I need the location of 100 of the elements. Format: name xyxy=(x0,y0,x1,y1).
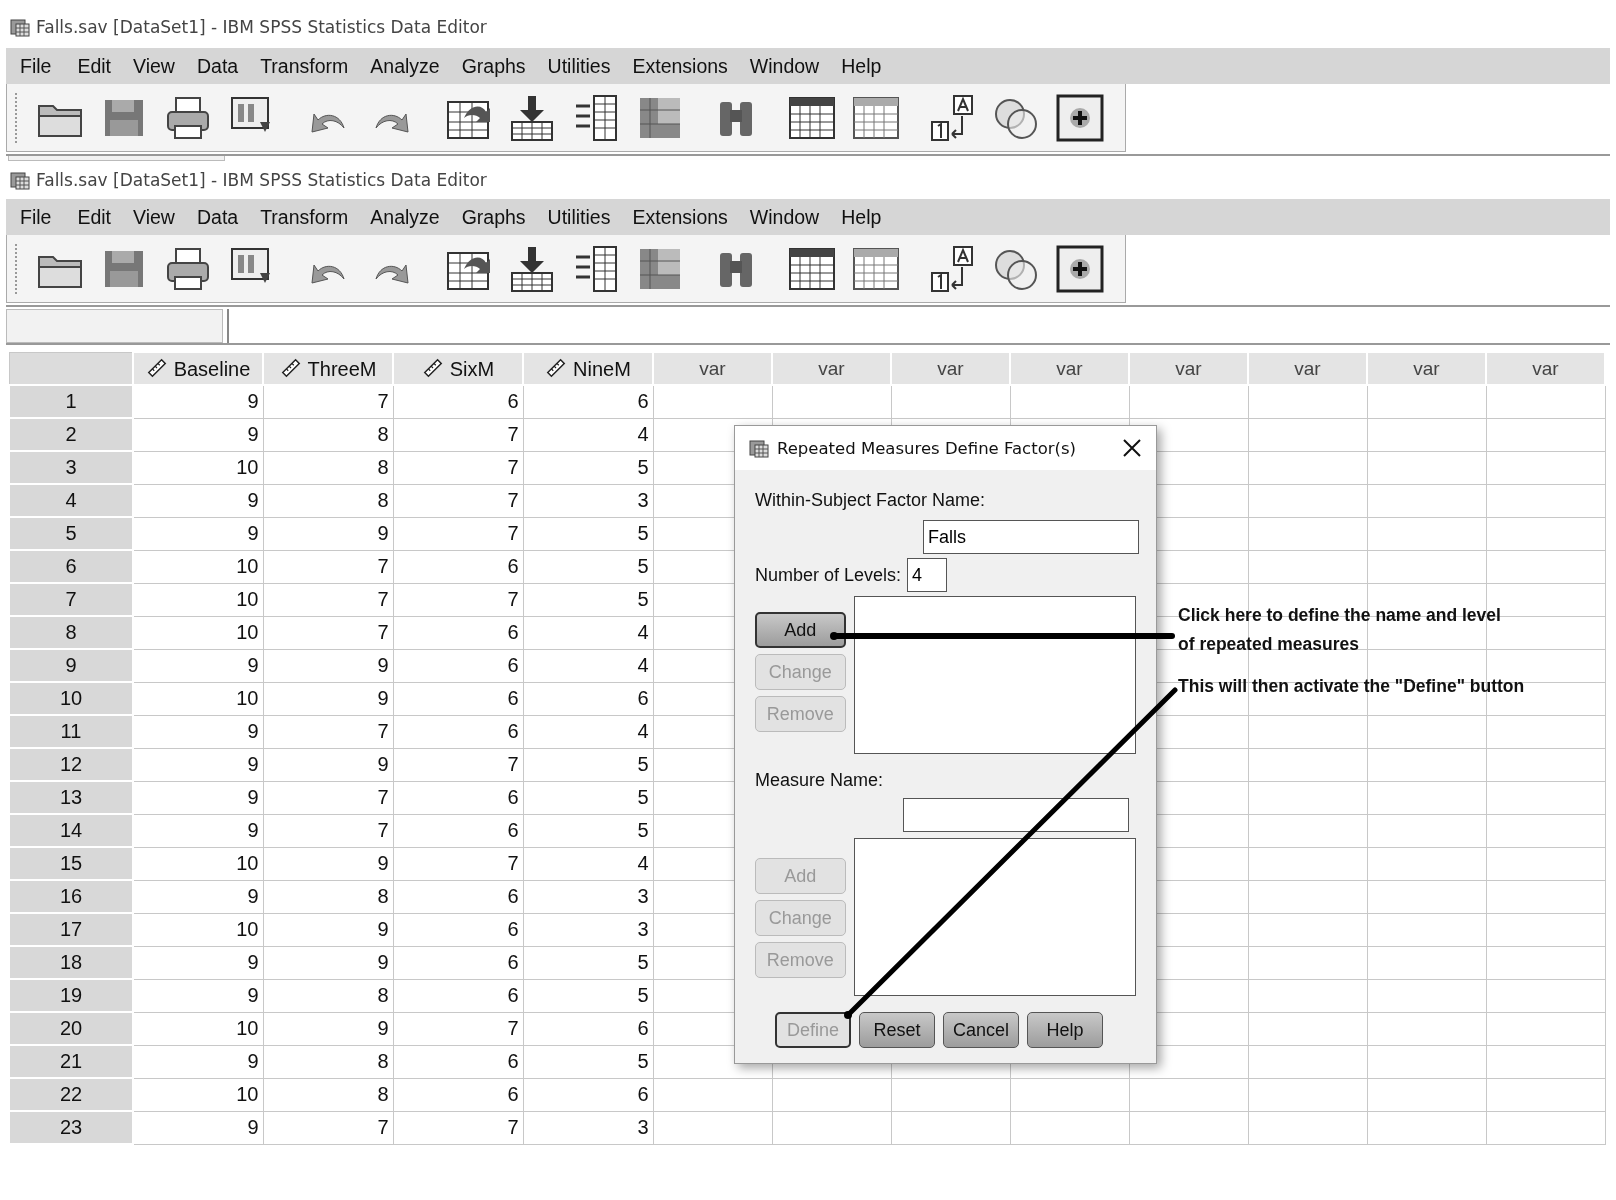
row-number[interactable]: 17 xyxy=(9,913,133,946)
table-cell: 9 xyxy=(263,682,393,715)
row-number[interactable]: 7 xyxy=(9,583,133,616)
row-number[interactable]: 5 xyxy=(9,517,133,550)
menu-item[interactable]: Transform xyxy=(250,205,361,229)
table-cell: 4 xyxy=(523,418,653,451)
value-labels-icon[interactable] xyxy=(928,93,976,142)
row-number[interactable]: 22 xyxy=(9,1078,133,1111)
column-header[interactable]: var xyxy=(772,352,891,385)
menu-item[interactable]: Graphs xyxy=(451,205,538,229)
ruler-icon xyxy=(421,356,444,379)
table-cell: 7 xyxy=(393,847,523,880)
column-header[interactable]: ThreeM xyxy=(263,352,393,385)
table-cell: 9 xyxy=(263,1012,393,1045)
menu-item[interactable]: File xyxy=(10,54,64,78)
menu-item[interactable]: Analyze xyxy=(360,54,452,78)
cancel-button[interactable]: Cancel xyxy=(943,1012,1019,1048)
measure-list[interactable] xyxy=(853,838,1136,996)
row-number[interactable]: 19 xyxy=(9,979,133,1012)
reset-button[interactable]: Reset xyxy=(859,1012,935,1048)
download-table-icon[interactable] xyxy=(508,93,556,142)
value-labels-icon[interactable] xyxy=(928,244,976,293)
cell-name-field[interactable] xyxy=(6,309,223,343)
table-cell: 6 xyxy=(393,715,523,748)
menu-item[interactable]: File xyxy=(10,205,64,229)
row-number[interactable]: 3 xyxy=(9,451,133,484)
table-cell: 7 xyxy=(263,616,393,649)
table-cell: 8 xyxy=(263,880,393,913)
row-number[interactable]: 12 xyxy=(9,748,133,781)
menu-item[interactable]: Extensions xyxy=(622,54,740,78)
table-cell: 9 xyxy=(133,418,263,451)
close-icon[interactable] xyxy=(1122,438,1142,458)
table-cell: 6 xyxy=(523,682,653,715)
table-cell: 3 xyxy=(523,880,653,913)
row-number[interactable]: 6 xyxy=(9,550,133,583)
cell-name-field[interactable] xyxy=(8,156,225,161)
menu-item[interactable]: Window xyxy=(739,54,832,78)
table-cell: 8 xyxy=(263,451,393,484)
table-cell: 6 xyxy=(393,649,523,682)
menu-item[interactable]: Analyze xyxy=(360,205,452,229)
table-cell: 7 xyxy=(393,583,523,616)
row-number[interactable]: 18 xyxy=(9,946,133,979)
row-number[interactable]: 1 xyxy=(9,385,133,418)
menu-item[interactable]: Window xyxy=(739,205,832,229)
table-cell: 10 xyxy=(133,583,263,616)
column-header[interactable]: var xyxy=(891,352,1010,385)
menu-item[interactable]: View xyxy=(123,205,187,229)
table-cell: 7 xyxy=(393,748,523,781)
column-header[interactable]: var xyxy=(1367,352,1486,385)
plus-button-icon[interactable] xyxy=(1056,244,1104,293)
download-table-icon[interactable] xyxy=(508,244,556,293)
table-cell: 9 xyxy=(263,946,393,979)
factor-name-field[interactable]: Falls xyxy=(923,520,1139,554)
menu-item[interactable]: Extensions xyxy=(622,205,740,229)
column-header[interactable]: var xyxy=(1486,352,1605,385)
column-header[interactable]: NineM xyxy=(523,352,653,385)
add-button[interactable]: Add xyxy=(755,612,846,648)
menu-item[interactable]: Data xyxy=(186,54,251,78)
measure-name-field[interactable] xyxy=(903,798,1129,832)
column-header[interactable]: Baseline xyxy=(133,352,263,385)
table-cell: 9 xyxy=(263,748,393,781)
factor-list[interactable] xyxy=(853,596,1136,754)
column-header[interactable]: SixM xyxy=(393,352,523,385)
row-number[interactable]: 15 xyxy=(9,847,133,880)
row-number[interactable]: 16 xyxy=(9,880,133,913)
table-cell: 6 xyxy=(393,616,523,649)
menu-item[interactable]: Utilities xyxy=(537,54,623,78)
menu-item[interactable]: Edit xyxy=(67,205,124,229)
menu-item[interactable]: Help xyxy=(831,205,894,229)
menu-item[interactable]: Graphs xyxy=(451,54,538,78)
menu-item[interactable]: Edit xyxy=(67,54,124,78)
row-number[interactable]: 11 xyxy=(9,715,133,748)
field-label: Number of Levels: xyxy=(755,564,902,586)
levels-field[interactable]: 4 xyxy=(907,558,948,592)
menu-item[interactable]: Help xyxy=(831,54,894,78)
row-number[interactable]: 21 xyxy=(9,1045,133,1078)
help-button[interactable]: Help xyxy=(1027,1012,1103,1048)
row-number[interactable]: 8 xyxy=(9,616,133,649)
row-number[interactable]: 2 xyxy=(9,418,133,451)
row-number[interactable]: 10 xyxy=(9,682,133,715)
table-cell: 6 xyxy=(393,1045,523,1078)
row-number[interactable]: 4 xyxy=(9,484,133,517)
row-number[interactable]: 20 xyxy=(9,1012,133,1045)
menu-item[interactable]: Transform xyxy=(250,54,361,78)
plus-button-icon[interactable] xyxy=(1056,93,1104,142)
menu-item[interactable]: View xyxy=(123,54,187,78)
column-header[interactable]: var xyxy=(1010,352,1129,385)
column-header[interactable]: var xyxy=(1248,352,1367,385)
table-cell: 7 xyxy=(263,814,393,847)
menu-item[interactable]: Data xyxy=(186,205,251,229)
row-number[interactable]: 14 xyxy=(9,814,133,847)
row-number[interactable]: 23 xyxy=(9,1111,133,1144)
table-cell: 5 xyxy=(523,517,653,550)
column-header[interactable]: var xyxy=(653,352,772,385)
table-cell: 9 xyxy=(133,814,263,847)
menu-item[interactable]: Utilities xyxy=(537,205,623,229)
column-header[interactable]: var xyxy=(1129,352,1248,385)
row-number[interactable]: 13 xyxy=(9,781,133,814)
row-number[interactable]: 9 xyxy=(9,649,133,682)
table-cell: 9 xyxy=(133,517,263,550)
